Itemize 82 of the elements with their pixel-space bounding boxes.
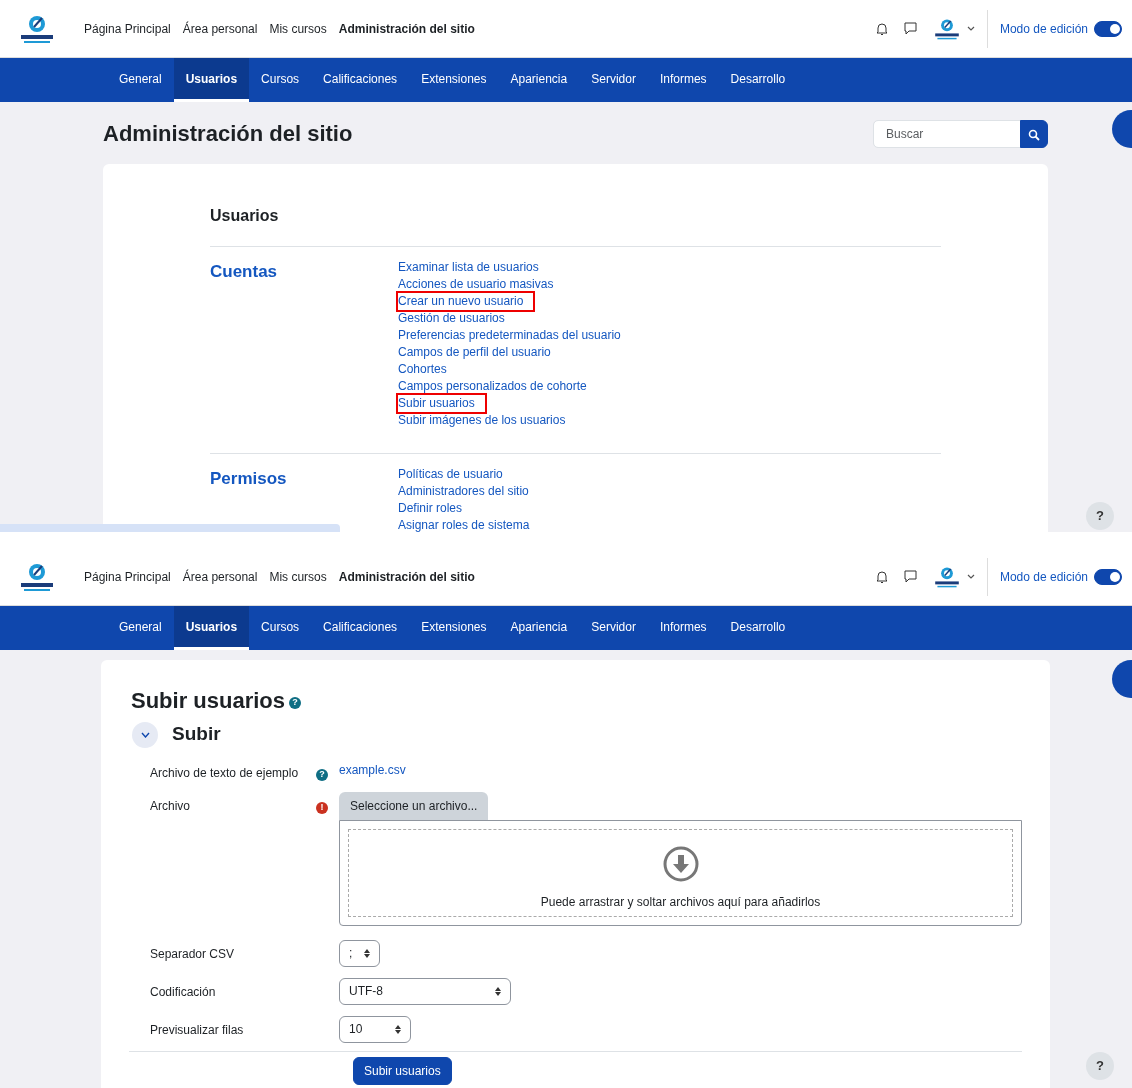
chat-icon[interactable] bbox=[903, 570, 917, 583]
nav-tab[interactable]: Extensiones bbox=[409, 606, 499, 650]
admin-link[interactable]: Cohortes bbox=[398, 361, 457, 378]
edit-mode-label: Modo de edición bbox=[999, 568, 1088, 586]
admin-link[interactable]: Administradores del sitio bbox=[398, 483, 539, 500]
help-button[interactable]: ? bbox=[1086, 502, 1114, 530]
chat-icon[interactable] bbox=[903, 22, 917, 35]
file-drop-area[interactable]: Puede arrastrar y soltar archivos aquí para añadirlos bbox=[339, 819, 1022, 926]
help-button[interactable]: ? bbox=[1086, 1052, 1114, 1080]
field-label: Archivo de texto de ejemplo bbox=[149, 764, 300, 782]
edit-mode-label: Modo de edición bbox=[999, 20, 1088, 38]
choose-file-button[interactable]: Seleccione un archivo... bbox=[339, 791, 489, 820]
nav-link[interactable]: Mis cursos bbox=[269, 19, 327, 38]
nav-tab[interactable]: Cursos bbox=[249, 606, 312, 650]
nav-tab[interactable]: Apariencia bbox=[498, 606, 580, 650]
admin-link[interactable]: Asignar roles de sistema bbox=[398, 517, 540, 532]
nav-link[interactable]: Área personal bbox=[182, 567, 258, 586]
nav-tab[interactable]: Cursos bbox=[249, 58, 312, 102]
nav-tab[interactable]: Desarrollo bbox=[718, 606, 798, 650]
nav-tab[interactable]: Desarrollo bbox=[718, 58, 798, 102]
updown-arrows-icon bbox=[364, 948, 370, 958]
nav-tab[interactable]: Servidor bbox=[579, 58, 648, 102]
nav-link[interactable]: Administración del sitio bbox=[338, 19, 475, 38]
admin-link[interactable]: Definir roles bbox=[398, 500, 473, 517]
nav-tab[interactable]: General bbox=[107, 58, 174, 102]
admin-link[interactable]: Gestión de usuarios bbox=[398, 310, 515, 327]
submit-button[interactable]: Subir usuarios bbox=[353, 1056, 452, 1085]
nav-tab[interactable]: Servidor bbox=[579, 606, 648, 650]
drop-hint: Puede arrastrar y soltar archivos aquí para añadirlos bbox=[540, 893, 821, 911]
nav-tab[interactable]: Usuarios bbox=[173, 606, 250, 650]
chevron-icon bbox=[140, 732, 150, 739]
select-field[interactable]: 10 bbox=[339, 1015, 411, 1043]
nav-tab[interactable]: General bbox=[107, 606, 174, 650]
admin-link[interactable]: Preferencias predeterminadas del usuario bbox=[398, 327, 631, 344]
section-title: Subir bbox=[172, 722, 221, 747]
bell-icon[interactable] bbox=[875, 21, 888, 36]
field-label: Separador CSV bbox=[149, 945, 236, 963]
logo-icon[interactable] bbox=[18, 13, 56, 44]
select-field[interactable]: ; bbox=[339, 939, 380, 967]
caret-icon[interactable] bbox=[966, 25, 975, 32]
updown-arrows-icon bbox=[495, 986, 501, 996]
nav-tab[interactable]: Calificaciones bbox=[311, 606, 410, 650]
help-icon[interactable]: ? bbox=[289, 697, 302, 710]
updown-arrows-icon bbox=[395, 1024, 401, 1034]
page-title: Subir usuarios bbox=[131, 688, 286, 715]
category-heading: Cuentas bbox=[210, 261, 279, 283]
nav-link[interactable]: Área personal bbox=[182, 19, 258, 38]
search-icon bbox=[1028, 128, 1040, 141]
nav-tab[interactable]: Calificaciones bbox=[311, 58, 410, 102]
nav-link[interactable]: Página Principal bbox=[84, 19, 171, 38]
nav-tab[interactable]: Informes bbox=[647, 606, 719, 650]
field-label: Codificación bbox=[149, 983, 217, 1001]
help-icon[interactable]: ? bbox=[316, 768, 328, 781]
nav-tab[interactable]: Apariencia bbox=[498, 58, 580, 102]
nav-link[interactable]: Página Principal bbox=[84, 567, 171, 586]
field-label: Previsualizar filas bbox=[149, 1021, 245, 1039]
admin-link[interactable]: Subir usuarios bbox=[398, 395, 485, 412]
file-link[interactable]: example.csv bbox=[339, 758, 406, 779]
nav-link[interactable]: Mis cursos bbox=[269, 567, 327, 586]
nav-tab[interactable]: Informes bbox=[647, 58, 719, 102]
page-title: Administración del sitio bbox=[103, 120, 354, 148]
select-field[interactable]: UTF-8 bbox=[339, 977, 511, 1005]
edit-mode-toggle[interactable] bbox=[1094, 20, 1122, 37]
admin-link[interactable]: Campos de perfil del usuario bbox=[398, 344, 561, 361]
caret-icon[interactable] bbox=[966, 573, 975, 580]
edit-mode-toggle[interactable] bbox=[1094, 568, 1122, 585]
required-icon: ! bbox=[316, 801, 328, 814]
nav-tab[interactable]: Usuarios bbox=[173, 58, 250, 102]
search-button[interactable] bbox=[1020, 120, 1048, 148]
bell-icon[interactable] bbox=[875, 569, 888, 584]
section-heading: Usuarios bbox=[210, 204, 941, 247]
logo-icon[interactable] bbox=[18, 561, 56, 592]
admin-link[interactable]: Subir imágenes de los usuarios bbox=[398, 412, 576, 429]
field-label: Archivo bbox=[149, 797, 191, 815]
nav-tab[interactable]: Extensiones bbox=[409, 58, 499, 102]
admin-link[interactable]: Acciones de usuario masivas bbox=[398, 276, 564, 293]
nav-link[interactable]: Administración del sitio bbox=[338, 567, 475, 586]
admin-link[interactable]: Crear un nuevo usuario bbox=[398, 293, 534, 310]
category-heading: Permisos bbox=[210, 468, 288, 490]
admin-link[interactable]: Políticas de usuario bbox=[398, 466, 513, 483]
admin-link[interactable]: Campos personalizados de cohorte bbox=[398, 378, 597, 395]
admin-link[interactable]: Examinar lista de usuarios bbox=[398, 259, 549, 276]
